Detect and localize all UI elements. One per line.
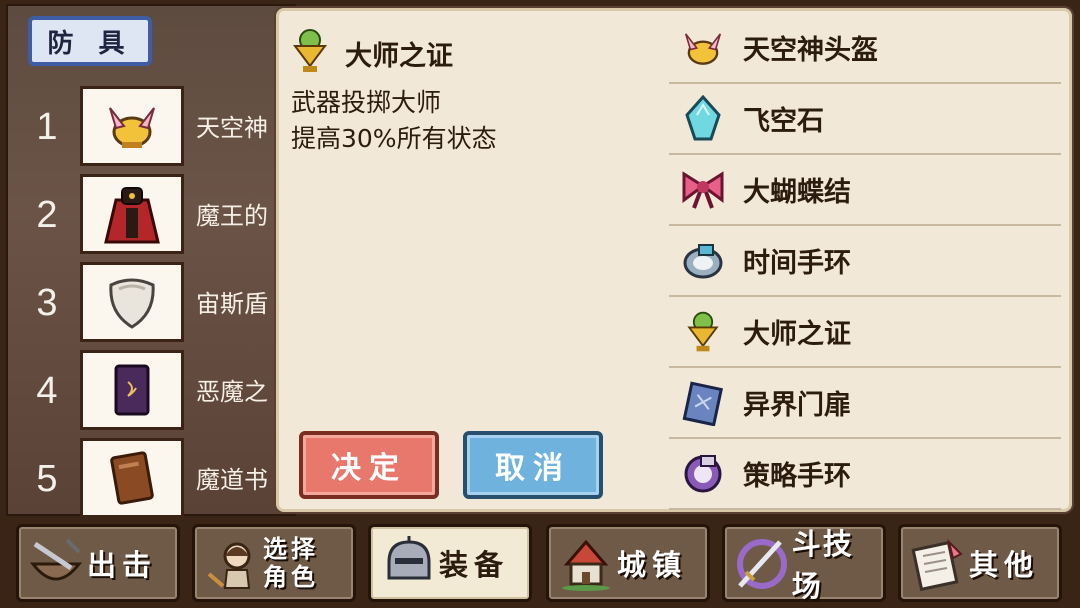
item-label: 时间手环: [743, 248, 851, 279]
category-tab-armor[interactable]: 防 具: [28, 16, 152, 66]
town-icon: [555, 532, 617, 594]
slot-number: 5: [36, 458, 58, 500]
list-item[interactable]: 大师之证: [669, 297, 1061, 368]
slot-number: 2: [36, 194, 58, 236]
big-ribbon-icon: [679, 166, 727, 214]
item-label: 飞空石: [743, 106, 824, 137]
nav-label-two-line: 选择 角色: [263, 535, 319, 591]
item-detail-title: 大师之证: [345, 40, 453, 72]
equipment-slot-row[interactable]: 2 魔王的: [0, 172, 290, 256]
master-medal-icon: [285, 26, 335, 80]
list-item[interactable]: 策略手环: [669, 439, 1061, 510]
otherworld-door-icon: [679, 379, 727, 427]
master-medal-icon: [679, 308, 727, 356]
slot-item-name: 魔道书: [196, 466, 268, 494]
item-select-dialog: 大师之证 武器投掷大师 提高30%所有状态 决定 取消 天空神头盔 飞空石 大蝴…: [276, 8, 1072, 512]
item-label: 异界门扉: [743, 390, 851, 421]
item-label: 大师之证: [743, 319, 851, 350]
list-item[interactable]: 天空神头盔: [669, 13, 1061, 84]
strategy-bracelet-icon: [679, 450, 727, 498]
nav-other-button[interactable]: 其他: [898, 524, 1062, 602]
bottom-nav: 出击 选择 角色 装备 城镇 斗技场 其他: [0, 516, 1080, 608]
list-item[interactable]: 大蝴蝶结: [669, 155, 1061, 226]
sky-stone-icon: [679, 94, 727, 143]
arena-icon: [731, 532, 792, 594]
demon-cape-icon: [80, 174, 184, 254]
item-label: 大蝴蝶结: [743, 177, 851, 208]
item-detail-header: 大师之证: [285, 29, 453, 77]
item-label: 策略手环: [743, 461, 851, 492]
confirm-button[interactable]: 决定: [299, 431, 439, 499]
slot-number: 1: [36, 106, 58, 148]
grimoire-icon: [80, 438, 184, 518]
winged-helmet-icon: [80, 86, 184, 166]
nav-character-select-button[interactable]: 选择 角色: [192, 524, 356, 602]
slot-number: 4: [36, 370, 58, 412]
slot-item-name: 魔王的: [196, 202, 268, 230]
character-select-icon: [201, 532, 263, 594]
slot-item-name: 天空神: [196, 114, 268, 142]
slot-number: 3: [36, 282, 58, 324]
equipment-slot-row[interactable]: 4 恶魔之: [0, 348, 290, 432]
nav-town-button[interactable]: 城镇: [546, 524, 710, 602]
equipment-icon: [377, 532, 439, 594]
equipment-slot-row[interactable]: 1 天空神: [0, 84, 290, 168]
item-label: 天空神头盔: [743, 35, 878, 66]
item-list: 天空神头盔 飞空石 大蝴蝶结 时间手环 大师之证 异界门扉 策略手环: [669, 11, 1061, 511]
equipment-slot-row[interactable]: 5 魔道书: [0, 436, 290, 520]
list-item[interactable]: 时间手环: [669, 226, 1061, 297]
time-bracelet-icon: [679, 237, 727, 285]
shield-icon: [80, 262, 184, 342]
slot-item-name: 宙斯盾: [196, 290, 268, 318]
list-item[interactable]: 异界门扉: [669, 368, 1061, 439]
winged-helmet-icon: [679, 24, 727, 72]
dark-book-icon: [80, 350, 184, 430]
list-item[interactable]: 飞空石: [669, 84, 1061, 155]
equipment-slot-row[interactable]: 3 宙斯盾: [0, 260, 290, 344]
cancel-button[interactable]: 取消: [463, 431, 603, 499]
sortie-icon: [25, 532, 87, 594]
nav-arena-button[interactable]: 斗技场: [722, 524, 886, 603]
other-icon: [907, 532, 969, 594]
slot-item-name: 恶魔之: [196, 378, 268, 406]
nav-sortie-button[interactable]: 出击: [16, 524, 180, 602]
nav-equipment-button[interactable]: 装备: [368, 524, 532, 602]
item-detail-description: 武器投掷大师 提高30%所有状态: [291, 88, 497, 153]
